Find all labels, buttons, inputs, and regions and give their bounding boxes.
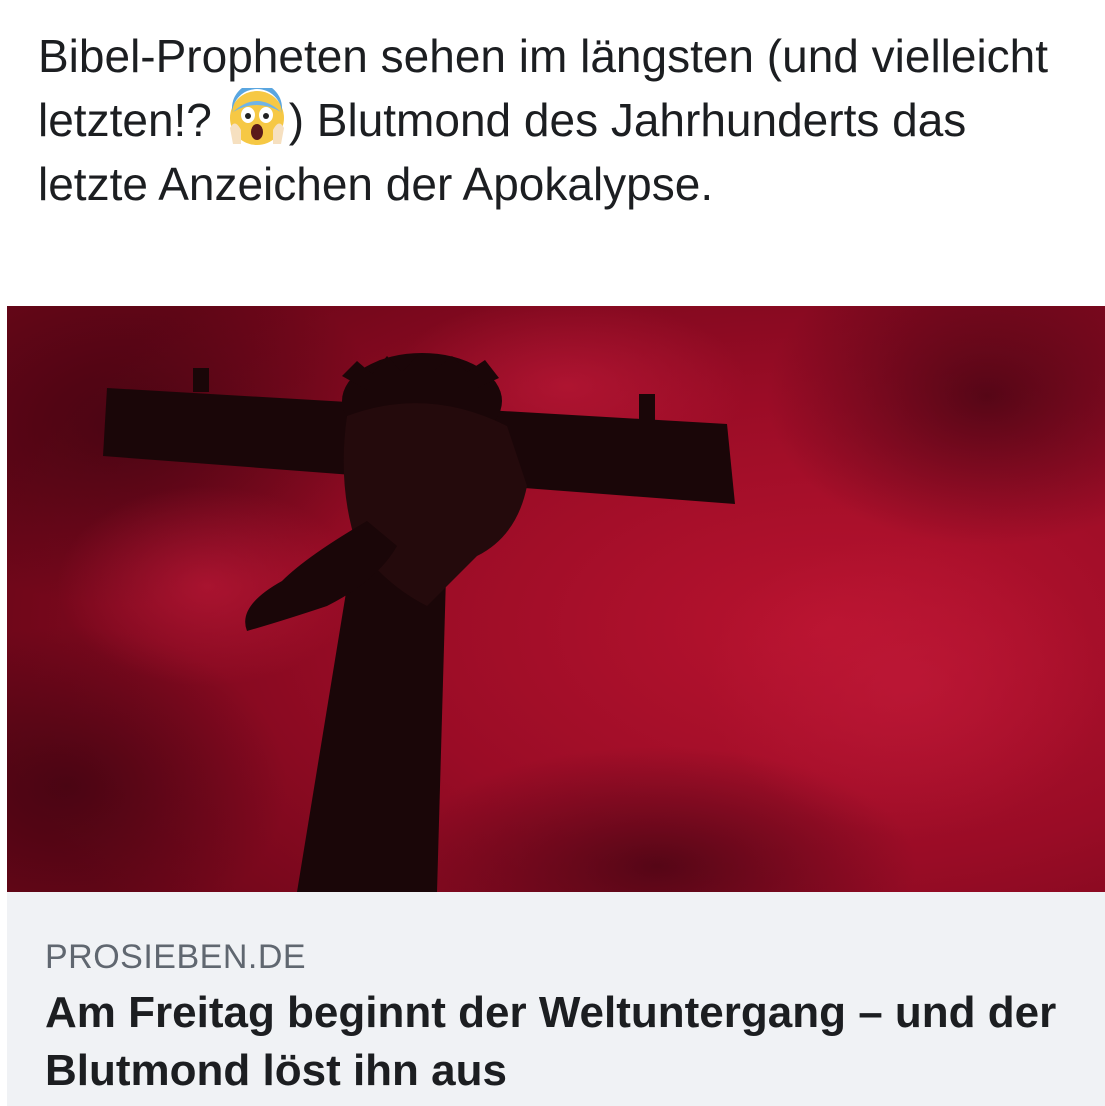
link-title[interactable]: Am Freitag beginnt der Weltuntergang – u… [45,984,1085,1100]
link-preview-footer[interactable]: PROSIEBEN.DE Am Freitag beginnt der Welt… [7,892,1105,1106]
crucifix-silhouette-red-sky-image[interactable] [7,306,1105,892]
link-preview-card[interactable]: PROSIEBEN.DE Am Freitag beginnt der Welt… [7,306,1105,1106]
face-screaming-in-fear-icon [227,83,287,148]
link-domain: PROSIEBEN.DE [45,938,307,976]
post-text: Bibel-Propheten sehen im längsten (und v… [38,24,1078,216]
